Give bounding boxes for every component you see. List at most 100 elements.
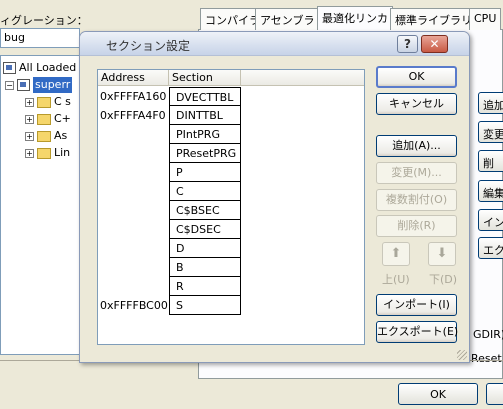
table-row[interactable]: C [98,182,241,201]
tree-root-label: All Loaded [19,61,77,74]
column-header-section[interactable]: Section [169,70,241,86]
tab-cpu[interactable]: CPU [469,8,502,30]
project-icon [17,79,30,91]
import-button[interactable]: インポート(I) [376,294,457,316]
bg-edit-button[interactable]: 編集 [478,180,503,202]
ok-button[interactable]: OK [376,66,457,88]
change-section-button[interactable]: 変更(M)... [376,162,457,184]
move-down-button[interactable]: ⬇ [428,242,456,266]
multi-assign-button[interactable]: 複数割付(O) [376,189,457,211]
bg-change-button[interactable]: 変更 [478,121,503,143]
tree-item[interactable]: + C s [25,94,71,110]
tree-item[interactable]: + Lin [25,145,70,161]
project-tree[interactable]: All Loaded − superr + C s + C+ + As + Li… [0,55,80,355]
tree-item-label: C+ [54,112,71,125]
folder-icon [37,130,51,142]
expand-icon[interactable]: + [25,97,34,107]
table-row[interactable]: PResetPRG [98,144,241,163]
add-section-button[interactable]: 追加(A)... [376,135,457,157]
table-header: Address Section [98,70,364,86]
folder-icon [37,147,51,159]
table-row[interactable]: C$DSEC [98,220,241,239]
bg-export-button[interactable]: エクスポ [478,237,503,259]
section-cell[interactable]: PIntPRG [169,125,241,144]
address-cell[interactable]: 0xFFFFA160 [98,87,169,106]
section-cell[interactable]: B [169,258,241,277]
move-up-button[interactable]: ⬆ [382,242,410,266]
move-up-label: 上(U) [382,273,410,286]
table-row[interactable]: R [98,277,241,296]
table-row[interactable]: PIntPRG [98,125,241,144]
table-row[interactable]: 0xFFFFBC00 S [98,296,241,315]
folder-icon [37,96,51,108]
bg-next-button[interactable] [486,383,503,405]
export-button[interactable]: エクスポート(E) [376,321,458,343]
configuration-label: ィグレーション： [0,14,88,27]
table-row[interactable]: B [98,258,241,277]
address-cell[interactable] [98,239,169,258]
address-cell[interactable] [98,182,169,201]
section-cell[interactable]: P [169,163,241,182]
tab-assembler[interactable]: アセンブラ [255,8,320,30]
tree-root[interactable]: All Loaded [3,60,76,76]
bg-gdir-text: GDIR) [473,328,503,341]
table-row[interactable]: 0xFFFFA160 DVECTTBL [98,87,241,106]
folder-icon [37,113,51,125]
close-icon[interactable]: ✕ [421,35,448,53]
tree-item-label: As [54,129,68,142]
tree-project[interactable]: − superr [5,77,73,93]
tree-item[interactable]: + As [25,128,67,144]
address-cell[interactable] [98,277,169,296]
section-cell[interactable]: C [169,182,241,201]
section-cell[interactable]: PResetPRG [169,144,241,163]
table-row[interactable]: P [98,163,241,182]
expand-icon[interactable]: + [25,114,34,124]
table-body: 0xFFFFA160 DVECTTBL 0xFFFFA4F0 DINTTBL PIntP… [98,87,241,315]
delete-section-button[interactable]: 削除(R) [376,215,457,237]
column-header-filler [241,70,364,86]
expand-icon[interactable]: + [25,131,34,141]
section-cell[interactable]: S [169,296,241,315]
address-cell[interactable] [98,163,169,182]
section-cell[interactable]: DVECTTBL [169,87,241,106]
configuration-combo[interactable]: bug [0,28,80,48]
column-header-address[interactable]: Address [98,70,169,86]
table-row[interactable]: D [98,239,241,258]
section-cell[interactable]: D [169,239,241,258]
dialog-titlebar[interactable]: セクション設定 ? ✕ [80,32,469,56]
section-cell[interactable]: DINTTBL [169,106,241,125]
tree-item-label: C s [54,95,71,108]
bg-delete-button[interactable]: 削 [478,150,503,172]
address-cell[interactable] [98,201,169,220]
help-icon[interactable]: ? [397,35,418,53]
section-cell[interactable]: C$DSEC [169,220,241,239]
tree-project-label: superr [33,77,73,93]
move-down-label: 下(D) [429,273,458,286]
tab-optimizing-linker[interactable]: 最適化リンカ [317,6,393,30]
address-cell[interactable]: 0xFFFFBC00 [98,296,169,315]
workspace-icon [3,62,16,74]
tab-standard-library[interactable]: 標準ライブラリ [390,8,477,30]
section-cell[interactable]: C$BSEC [169,201,241,220]
dialog-title: セクション設定 [106,39,191,53]
bg-import-button[interactable]: インポ [478,209,503,231]
cancel-button[interactable]: キャンセル [376,93,457,115]
section-table[interactable]: Address Section 0xFFFFA160 DVECTTBL 0xFFFF… [97,69,365,345]
tree-item-label: Lin [54,146,71,159]
expand-icon[interactable]: + [25,148,34,158]
address-cell[interactable] [98,125,169,144]
address-cell[interactable]: 0xFFFFA4F0 [98,106,169,125]
table-row[interactable]: 0xFFFFA4F0 DINTTBL [98,106,241,125]
bg-add-button[interactable]: 追加 [478,92,503,114]
address-cell[interactable] [98,220,169,239]
address-cell[interactable] [98,144,169,163]
bg-ok-button[interactable]: OK [398,383,478,405]
resize-grip-icon[interactable] [457,350,467,360]
arrow-up-icon: ⬆ [390,246,402,261]
table-row[interactable]: C$BSEC [98,201,241,220]
address-cell[interactable] [98,258,169,277]
section-cell[interactable]: R [169,277,241,296]
tree-item[interactable]: + C+ [25,111,71,127]
bg-reset-text: Reset [471,352,502,365]
collapse-icon[interactable]: − [5,80,14,90]
